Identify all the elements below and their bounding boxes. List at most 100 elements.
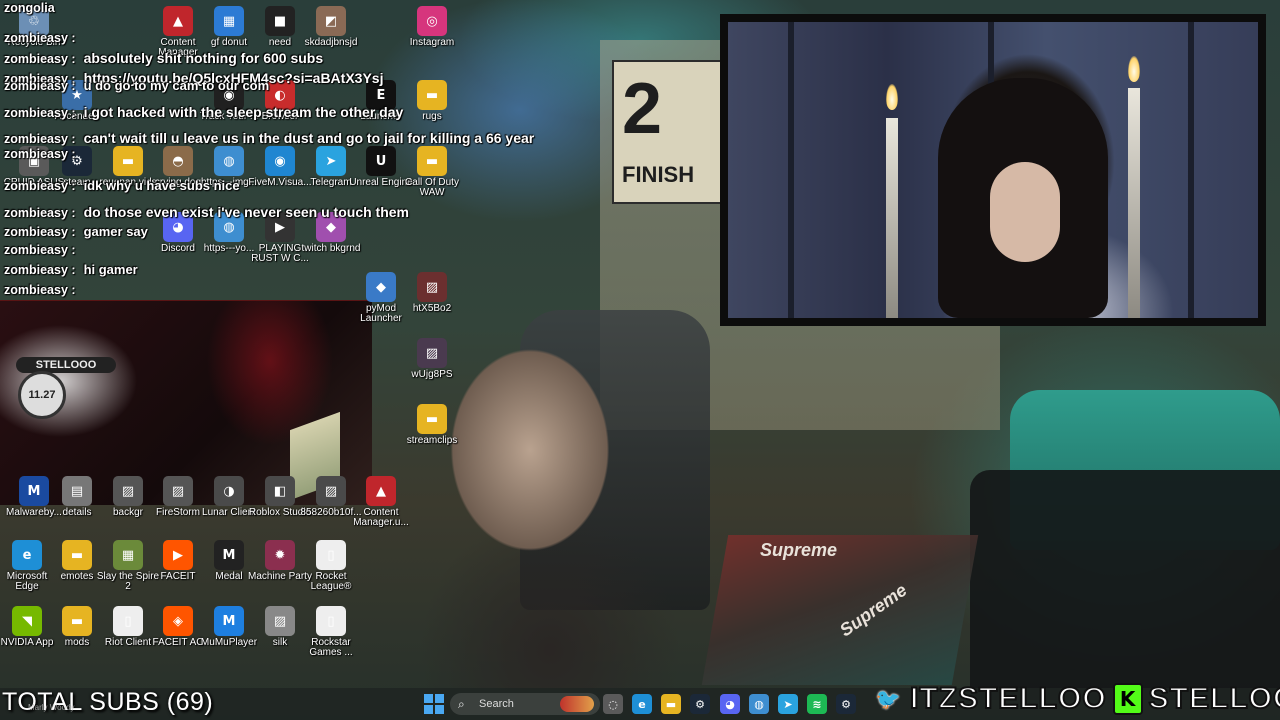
chat-username: zombieasy : <box>4 263 76 277</box>
desktop-icon-label: details <box>62 507 92 518</box>
kick-k-icon: K <box>1112 683 1143 715</box>
windows-start-icon[interactable] <box>424 694 444 714</box>
chat-message: zombieasy : i got hacked with the sleep s… <box>4 104 403 120</box>
video-frame-content <box>728 22 1258 318</box>
chat-username: zombieasy : <box>4 132 76 146</box>
app-icon: ✹ <box>265 540 295 570</box>
app-icon: ▬ <box>62 540 92 570</box>
chat-message: zombieasy : u do go to my cam to our com <box>4 78 269 93</box>
desktop-icon-label: Rocket League® <box>310 571 352 592</box>
chat-message: zombieasy : <box>4 146 84 161</box>
kick-handle: STELLOOO <box>1148 681 1280 716</box>
desktop-icon-label: FireStorm <box>156 507 200 518</box>
finish-sign-word: FINISH <box>622 162 695 187</box>
desktop-icon-label: wUjg8PS <box>411 369 453 380</box>
telegram-icon[interactable]: ➤ <box>778 694 798 714</box>
rug <box>701 535 979 685</box>
chat-username: zombieasy : <box>4 106 76 120</box>
copilot-icon[interactable]: ◌ <box>603 694 623 714</box>
social-handles: 🐦 ITZSTELLOO K STELLOOO <box>872 680 1280 718</box>
desktop-icon-label: mods <box>64 637 90 648</box>
search-icon: ⌕ <box>458 696 465 711</box>
app-icon: ◈ <box>163 606 193 636</box>
chat-message: zombieasy : hi gamer <box>4 262 138 277</box>
chat-text: can't wait till u leave us in the dust a… <box>83 130 535 146</box>
chat-username: zombieasy : <box>4 206 76 220</box>
app-icon: ▬ <box>417 404 447 434</box>
chat-username: zombieasy : <box>4 225 76 239</box>
app-icon: ▨ <box>163 476 193 506</box>
steam-icon-2[interactable]: ⚙ <box>836 694 856 714</box>
person-hand <box>990 162 1060 262</box>
desktop-icon-label: Riot Client <box>104 637 152 648</box>
chat-text: absolutely shit nothing for 600 subs <box>83 50 324 66</box>
desktop-icon-label: Rockstar Games ... <box>309 637 353 658</box>
app-icon: ◧ <box>265 476 295 506</box>
candle-right <box>1128 88 1140 318</box>
chat-message: zombieasy : absolutely shit nothing for 6… <box>4 50 323 66</box>
chat-text: gamer say <box>83 224 148 239</box>
app-icon: ◑ <box>214 476 244 506</box>
chat-username: zombieasy : <box>4 31 76 45</box>
chat-text: hi gamer <box>83 262 138 277</box>
app-icon: ▯ <box>316 606 346 636</box>
app-icon: ▲ <box>366 476 396 506</box>
window-bar <box>788 22 794 318</box>
app-icon: ◥ <box>12 606 42 636</box>
taskbar-search-box[interactable]: ⌕ Search <box>450 693 600 715</box>
app-icon: M <box>214 606 244 636</box>
twitter-handle: ITZSTELLOO <box>909 681 1107 716</box>
chat-message: zombieasy : <box>4 242 84 257</box>
chat-username: zombieasy : <box>4 283 76 297</box>
app-icon: ▤ <box>62 476 92 506</box>
chat-message: zombieasy : <box>4 30 84 45</box>
twitter-bird-icon: 🐦 <box>875 687 901 711</box>
video-player[interactable] <box>720 14 1266 326</box>
finish-sign: 2 FINISH <box>612 60 724 204</box>
steam-icon[interactable]: ⚙ <box>690 694 710 714</box>
chat-message: zombieasy : <box>4 282 84 297</box>
app-icon: e <box>12 540 42 570</box>
mini-caption: Marly Woody <box>28 703 75 712</box>
desktop-icon[interactable]: ▨ wUjg8PS <box>400 338 464 380</box>
app-icon: ▨ <box>316 476 346 506</box>
app-icon: ▶ <box>163 540 193 570</box>
chat-message: zombieasy : can't wait till u leave us in… <box>4 130 534 146</box>
app-icon: ▦ <box>113 540 143 570</box>
chat-username: zongolia <box>4 1 55 15</box>
spotify-icon[interactable]: ≋ <box>807 694 827 714</box>
bed-shadow <box>970 470 1280 700</box>
desktop-icon-label: silk <box>272 637 288 648</box>
webcam-inset: STELLOOO 11.27 <box>0 300 372 505</box>
desktop-icon-label: backgr <box>112 507 143 518</box>
finish-sign-number: 2 <box>622 69 663 149</box>
stream-chat: zongolia zombieasy : zombieasy : absolutely… <box>0 0 534 300</box>
chrome-icon[interactable]: ◍ <box>749 694 769 714</box>
chat-username: zombieasy : <box>4 243 76 257</box>
candle-left <box>886 118 898 318</box>
discord-icon[interactable]: ◕ <box>720 694 740 714</box>
app-icon: M <box>214 540 244 570</box>
chat-text: do those even exist i've never seen u to… <box>83 204 409 220</box>
desktop-icon-label: emotes <box>60 571 94 582</box>
candle-flame-left <box>886 84 898 110</box>
desktop-icon[interactable]: ▯ Rockstar Games ... <box>299 606 363 658</box>
chat-username: zombieasy : <box>4 79 76 93</box>
window-bar <box>1188 22 1194 318</box>
desktop-icon-label: FACEIT <box>160 571 196 582</box>
chat-message: zombieasy : do those even exist i've neve… <box>4 204 409 220</box>
app-icon: ▯ <box>113 606 143 636</box>
desktop-icon[interactable]: ▯ Rocket League® <box>299 540 363 592</box>
chat-message: zombieasy : gamer say <box>4 224 148 239</box>
desktop-icon[interactable]: ▲ Content Manager.u... <box>349 476 413 528</box>
chat-username: zombieasy : <box>4 147 76 161</box>
app-icon: ▨ <box>265 606 295 636</box>
chat-username: zombieasy : <box>4 52 76 66</box>
desktop-icon[interactable]: ▬ streamclips <box>400 404 464 446</box>
edge-icon[interactable]: e <box>632 694 652 714</box>
rug-text: Supreme <box>760 540 838 560</box>
file-explorer-icon[interactable]: ▬ <box>661 694 681 714</box>
chat-message: zongolia <box>4 0 63 15</box>
search-highlight-icon <box>560 696 594 712</box>
desktop-icon-label: Medal <box>215 571 243 582</box>
